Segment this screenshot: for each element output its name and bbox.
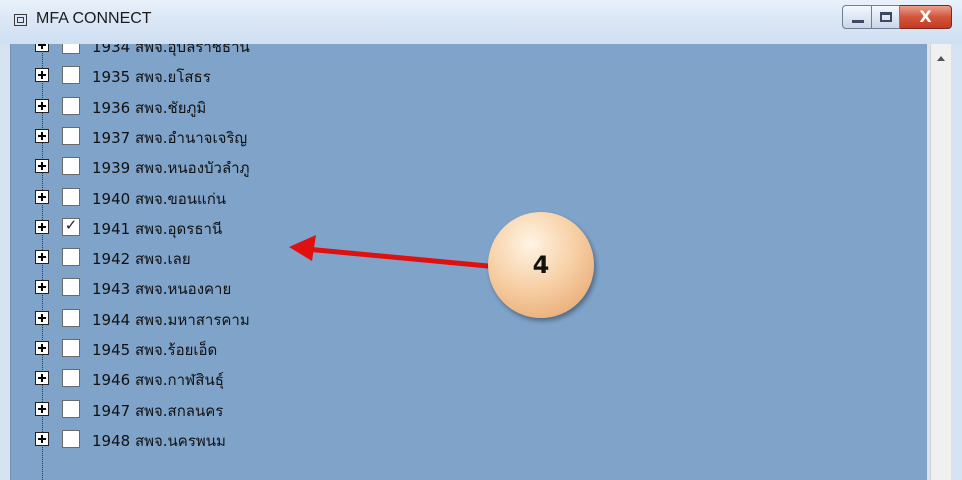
- step-callout: 4: [488, 212, 594, 318]
- mfa-connect-window: MFA CONNECT X 1934 สพจ.อุบลราชธานี 1935 ส…: [0, 0, 962, 480]
- step-number: 4: [532, 251, 550, 279]
- annotation-arrow: [289, 235, 491, 269]
